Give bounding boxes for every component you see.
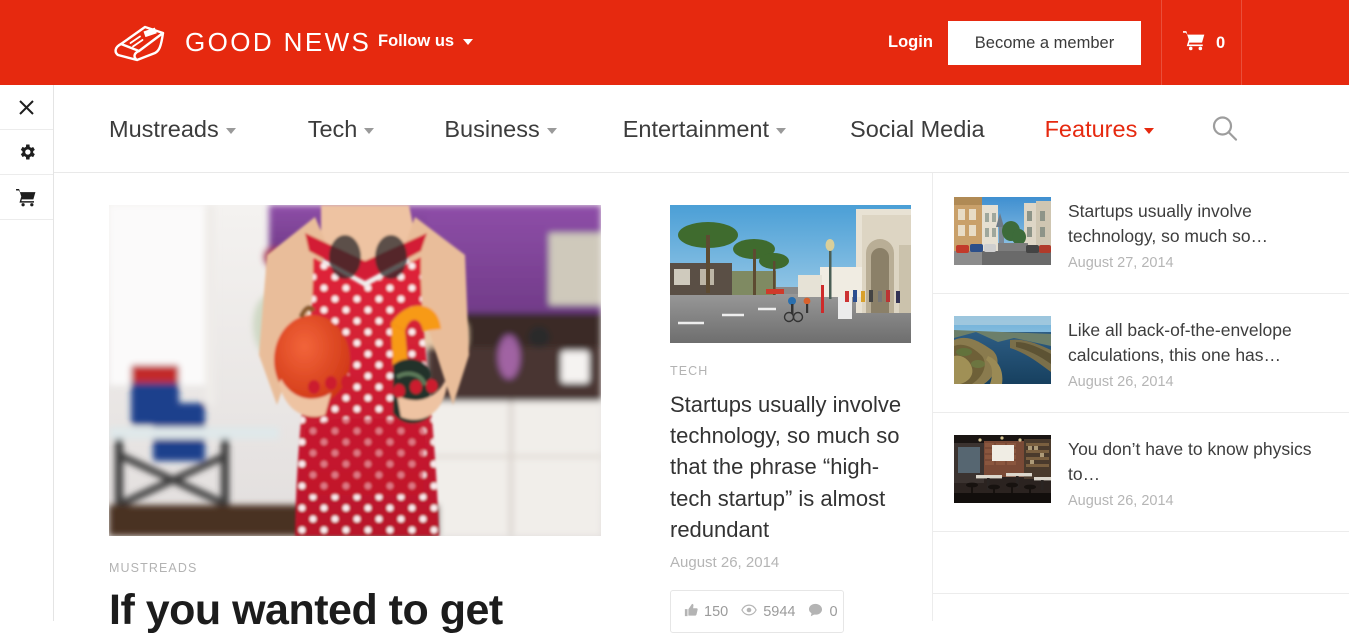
follow-us-label: Follow us	[378, 32, 455, 50]
shopping-cart-icon	[1183, 30, 1206, 56]
nav-item-label: Tech	[307, 115, 358, 142]
feature-article-image[interactable]	[109, 205, 601, 536]
street-photo	[670, 205, 911, 343]
nav-item-label: Features	[1044, 115, 1138, 142]
comment-icon	[808, 603, 823, 621]
feature-article-title[interactable]: If you wanted to get	[109, 585, 601, 636]
feature-article: MUSTREADS If you wanted to get	[109, 205, 601, 636]
list-item-thumbnail	[954, 435, 1051, 503]
search-icon	[1209, 116, 1241, 149]
related-articles-list: Startups usually involve technology, so …	[932, 173, 1349, 621]
list-item-date: August 26, 2014	[1068, 493, 1174, 509]
nav-item-business[interactable]: Business	[444, 115, 557, 143]
become-a-member-button[interactable]: Become a member	[948, 21, 1141, 65]
tool-rail	[0, 85, 54, 621]
gear-icon	[17, 142, 37, 162]
newspaper-icon	[109, 20, 167, 64]
cart-button[interactable]	[0, 175, 53, 220]
header-cart[interactable]: 0	[1183, 30, 1225, 56]
nav-item-mustreads[interactable]: Mustreads	[109, 116, 236, 143]
shopping-cart-icon	[16, 188, 37, 207]
site-header: GOOD NEWS Follow us Login Become a membe…	[0, 0, 1349, 85]
search-button[interactable]	[1209, 113, 1241, 150]
brand-name: GOOD NEWS	[185, 26, 372, 57]
nav-item-features[interactable]: Features	[1045, 116, 1155, 143]
cafe-interior-photo	[954, 435, 1051, 503]
likes-stat[interactable]: 150	[684, 603, 728, 621]
list-item-date: August 27, 2014	[1068, 255, 1174, 271]
chevron-down-icon	[1144, 128, 1155, 134]
chevron-down-icon	[364, 128, 375, 134]
list-item[interactable]: Like all back-of-the-envelope calculatio…	[933, 294, 1349, 413]
chevron-down-icon	[463, 38, 474, 45]
nav-item-tech[interactable]: Tech	[308, 116, 375, 143]
main-content: MUSTREADS If you wanted to get TECH Star…	[54, 173, 1349, 634]
comments-count: 0	[829, 603, 838, 620]
brand-logo-link[interactable]: GOOD NEWS	[109, 20, 371, 64]
nav-item-entertainment[interactable]: Entertainment	[622, 115, 787, 143]
kitchen-photo	[109, 205, 601, 536]
chevron-down-icon	[776, 128, 787, 134]
secondary-article-image[interactable]	[670, 205, 911, 343]
close-icon	[17, 98, 36, 117]
login-link[interactable]: Login	[888, 33, 933, 52]
chevron-down-icon	[546, 128, 557, 134]
sanfrancisco-street-photo	[954, 197, 1051, 265]
comments-stat[interactable]: 0	[808, 603, 838, 621]
secondary-article-title[interactable]: Startups usually involve technology, so …	[670, 389, 911, 545]
secondary-article: TECH Startups usually involve technology…	[670, 205, 911, 634]
secondary-article-date: August 26, 2014	[670, 554, 780, 572]
list-item[interactable]: Startups usually involve technology, so …	[933, 173, 1349, 294]
nav-item-label: Mustreads	[109, 115, 219, 142]
nav-item-social-media[interactable]: Social Media	[850, 116, 985, 143]
nav-item-label: Business	[444, 115, 540, 142]
follow-us-menu[interactable]: Follow us	[378, 32, 474, 51]
chevron-down-icon	[225, 128, 236, 134]
list-item-thumbnail	[954, 197, 1051, 265]
header-divider-left	[1161, 0, 1162, 85]
settings-button[interactable]	[0, 130, 53, 175]
cart-count: 0	[1216, 33, 1226, 52]
list-placeholder-row	[933, 532, 1349, 594]
nav-item-label: Social Media	[850, 115, 985, 142]
header-divider-right	[1241, 0, 1242, 85]
views-count: 5944	[763, 603, 796, 620]
nav-item-label: Entertainment	[622, 115, 770, 142]
coastal-cliffs-photo	[954, 316, 1051, 384]
list-item[interactable]: You don’t have to know physics to… Augus…	[933, 413, 1349, 532]
feature-article-category[interactable]: MUSTREADS	[109, 561, 601, 575]
views-stat: 5944	[741, 603, 795, 621]
list-item-title[interactable]: Startups usually involve technology, so …	[1068, 199, 1327, 248]
list-item-title[interactable]: You don’t have to know physics to…	[1068, 437, 1327, 486]
list-item-title[interactable]: Like all back-of-the-envelope calculatio…	[1068, 318, 1327, 367]
main-navigation: Mustreads Tech Business Entertainment So…	[54, 85, 1349, 173]
list-item-date: August 26, 2014	[1068, 374, 1174, 390]
list-item-thumbnail	[954, 316, 1051, 384]
article-stats-bar: 150 5944 0	[670, 590, 844, 634]
secondary-article-category[interactable]: TECH	[670, 364, 911, 378]
eye-icon	[741, 603, 757, 621]
close-button[interactable]	[0, 85, 53, 130]
likes-count: 150	[704, 603, 729, 620]
thumbs-up-icon	[684, 603, 698, 621]
